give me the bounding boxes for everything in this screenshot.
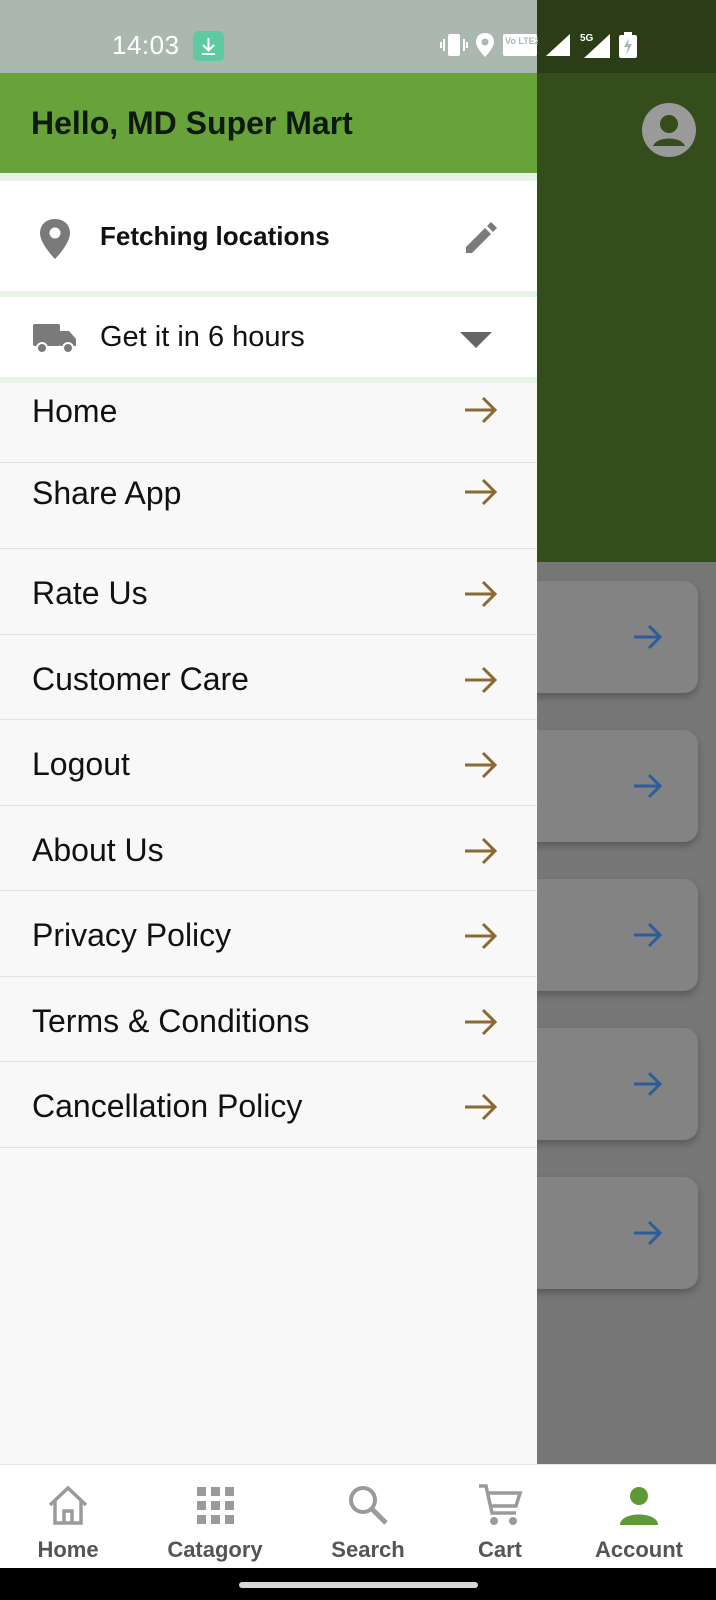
account-icon	[620, 1487, 658, 1525]
home-gesture-handle[interactable]	[239, 1582, 478, 1588]
location-section: Fetching locations Get it in 6 hours	[0, 173, 537, 383]
menu-item-label: Cancellation Policy	[32, 1088, 303, 1124]
menu-item-label: Customer Care	[32, 660, 249, 697]
status-icons: Vo LTE2 5G	[440, 28, 638, 62]
menu-item-home[interactable]: Home	[0, 383, 537, 463]
nav-tab-label: Cart	[477, 1537, 522, 1562]
menu-item-customer-care[interactable]: Customer Care	[0, 635, 537, 720]
greeting-title: Hello, MD Super Mart	[31, 104, 353, 141]
menu-item-label: Privacy Policy	[32, 917, 232, 953]
arrow-right-icon	[634, 1071, 663, 1097]
battery-charging-icon	[619, 32, 637, 58]
menu-item-label: Terms & Conditions	[32, 1002, 310, 1039]
menu-item-rate-us[interactable]: Rate Us	[0, 549, 537, 635]
5g-signal-icon: 5G	[580, 33, 610, 58]
menu-item-logout[interactable]: Logout	[0, 720, 537, 806]
profile-avatar-icon	[642, 103, 696, 157]
grid-icon	[197, 1487, 234, 1524]
nav-tab-account[interactable]: Account	[584, 1465, 694, 1569]
arrow-right-icon	[634, 922, 663, 948]
navigation-drawer: Hello, MD Super Mart Fetching locations …	[0, 73, 537, 1464]
arrow-right-icon	[465, 922, 498, 950]
bottom-navigation: Home Catagory Search Cart Account	[0, 1464, 716, 1568]
arrow-right-icon	[465, 837, 498, 864]
arrow-right-icon	[634, 1220, 663, 1246]
drawer-header: Hello, MD Super Mart	[0, 73, 537, 173]
svg-text:Vo LTE2: Vo LTE2	[505, 36, 538, 46]
arrow-right-icon	[465, 666, 498, 693]
gesture-navigation-bar	[0, 1568, 716, 1600]
signal-icon	[546, 34, 570, 56]
drawer-menu: Home Share App Rate Us Customer Care Log…	[0, 383, 537, 1148]
arrow-right-icon	[465, 1093, 498, 1121]
menu-item-label: Share App	[32, 475, 182, 511]
delivery-time-text: Get it in 6 hours	[100, 321, 305, 353]
arrow-right-icon	[465, 751, 498, 779]
nav-tab-label: Home	[37, 1537, 99, 1562]
svg-text:5G: 5G	[580, 33, 594, 44]
menu-item-label: About Us	[32, 831, 164, 868]
status-bar: 14:03 Vo LTE2 5G	[0, 0, 637, 73]
nav-tab-search[interactable]: Search	[318, 1465, 418, 1569]
arrow-right-icon	[465, 1008, 498, 1035]
menu-item-cancellation-policy[interactable]: Cancellation Policy	[0, 1062, 537, 1148]
arrow-right-icon	[465, 478, 498, 506]
search-icon	[349, 1486, 388, 1525]
nav-tab-label: Search	[331, 1537, 405, 1562]
download-icon	[193, 31, 224, 61]
delivery-time-selector[interactable]: Get it in 6 hours	[0, 297, 537, 377]
arrow-right-icon	[634, 773, 663, 799]
delivery-truck-icon	[33, 324, 76, 354]
menu-item-terms-conditions[interactable]: Terms & Conditions	[0, 977, 537, 1062]
menu-item-about-us[interactable]: About Us	[0, 806, 537, 891]
home-icon	[48, 1485, 88, 1525]
nav-tab-home[interactable]: Home	[18, 1465, 118, 1569]
status-time: 14:03	[112, 30, 180, 60]
location-text: Fetching locations	[100, 221, 330, 251]
nav-tab-cart[interactable]: Cart	[450, 1465, 550, 1569]
menu-item-label: Home	[32, 393, 118, 429]
location-icon	[476, 33, 494, 57]
menu-item-label: Rate Us	[32, 575, 148, 611]
nav-tab-category[interactable]: Catagory	[160, 1465, 270, 1569]
dropdown-caret-icon[interactable]	[458, 331, 494, 349]
volte-icon: Vo LTE2	[503, 34, 538, 56]
menu-item-privacy-policy[interactable]: Privacy Policy	[0, 891, 537, 977]
arrow-right-icon	[465, 580, 498, 608]
menu-item-label: Logout	[32, 746, 130, 782]
arrow-right-icon	[634, 624, 663, 650]
location-row[interactable]: Fetching locations	[0, 181, 537, 291]
nav-tab-label: Account	[595, 1537, 683, 1562]
arrow-right-icon	[465, 396, 498, 424]
vibrate-icon	[440, 34, 468, 56]
edit-pencil-icon[interactable]	[460, 217, 500, 257]
menu-item-share-app[interactable]: Share App	[0, 463, 537, 549]
nav-tab-label: Catagory	[167, 1537, 263, 1562]
cart-icon	[479, 1484, 523, 1525]
location-pin-icon	[40, 219, 70, 259]
